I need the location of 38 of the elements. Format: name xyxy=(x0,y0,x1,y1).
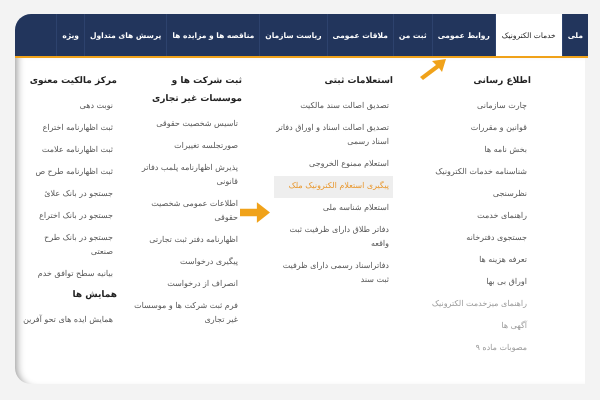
menu-item[interactable]: نظرسنجی xyxy=(403,184,531,206)
menu-item[interactable]: بیانیه سطح توافق خدم xyxy=(21,264,117,286)
column-heading: مرکز مالکیت معنوی xyxy=(28,75,117,88)
menu-item[interactable]: پیگیری درخواست xyxy=(127,252,242,274)
menu-item[interactable]: دفاتر طلاق دارای ظرفیت ثبت واقعه xyxy=(274,220,393,256)
menu-item[interactable]: جستجوی دفترخانه xyxy=(403,228,531,250)
column-heading: اطلاع رسانی xyxy=(472,75,531,88)
menu-item[interactable]: پذیرش اظهارنامه پلمب دفاتر قانونی xyxy=(127,158,242,194)
menu-item[interactable]: صورتجلسه تغییرات xyxy=(127,136,242,158)
menu-item[interactable]: استعلام شناسه ملی xyxy=(274,198,393,220)
menu-item[interactable]: ثبت اظهارنامه طرح ص xyxy=(21,162,117,184)
menu-item[interactable]: شناسنامه خدمات الکترونیک xyxy=(403,162,531,184)
menu-item[interactable]: تصدیق اصالت اسناد و اوراق دفاتر اسناد رسمی xyxy=(274,118,393,154)
menu-item[interactable]: قوانین و مقررات xyxy=(403,118,531,140)
column-heading: استعلامات ثبتی xyxy=(324,75,393,88)
menu-item[interactable]: بخش نامه ها xyxy=(403,140,531,162)
menu-item[interactable]: فرم ثبت شرکت ها و موسسات غیر تجاری xyxy=(127,296,242,332)
menu-item[interactable]: انصراف از درخواست xyxy=(127,274,242,296)
menu-item[interactable]: نوبت دهی xyxy=(21,96,117,118)
menu-item[interactable]: تاسیس شخصیت حقوقی xyxy=(127,114,242,136)
column-heading: ثبت شرکت ها و موسسات غیر تجاری xyxy=(150,75,242,106)
menu-item[interactable]: تصدیق اصالت سند مالکیت xyxy=(274,96,393,118)
menu-item[interactable]: همایش ایده های تحو آفرین xyxy=(21,310,117,332)
menu-item[interactable]: تعرفه هزینه ها xyxy=(403,250,531,272)
menu-item[interactable]: دفاتراسناد رسمی دارای ظرفیت ثبت سند xyxy=(274,256,393,292)
menu-item[interactable]: ثبت اظهارنامه اختراع xyxy=(21,118,117,140)
menu-item[interactable]: اطلاعات عمومی شخصیت حقوقی xyxy=(127,194,242,230)
menu-item[interactable]: جستجو در بانک اختراع xyxy=(21,206,117,228)
menu-item[interactable]: راهنمای خدمت xyxy=(403,206,531,228)
menu-item[interactable]: اوراق بی بها xyxy=(403,272,531,294)
menu-item[interactable]: چارت سازمانی xyxy=(403,96,531,118)
column-heading: همایش ها xyxy=(71,289,117,302)
menu-item[interactable]: ثبت اظهارنامه علامت xyxy=(21,140,117,162)
menu-item[interactable]: جستجو در بانک طرح صنعتی xyxy=(21,228,117,264)
menu-item[interactable]: اظهارنامه دفتر ثبت تجارتی xyxy=(127,230,242,252)
menu-item[interactable]: جستجو در بانک علائ xyxy=(21,184,117,206)
menu-item[interactable]: استعلام ممنوع الخروجی xyxy=(274,154,393,176)
arrow-icon xyxy=(240,202,270,223)
